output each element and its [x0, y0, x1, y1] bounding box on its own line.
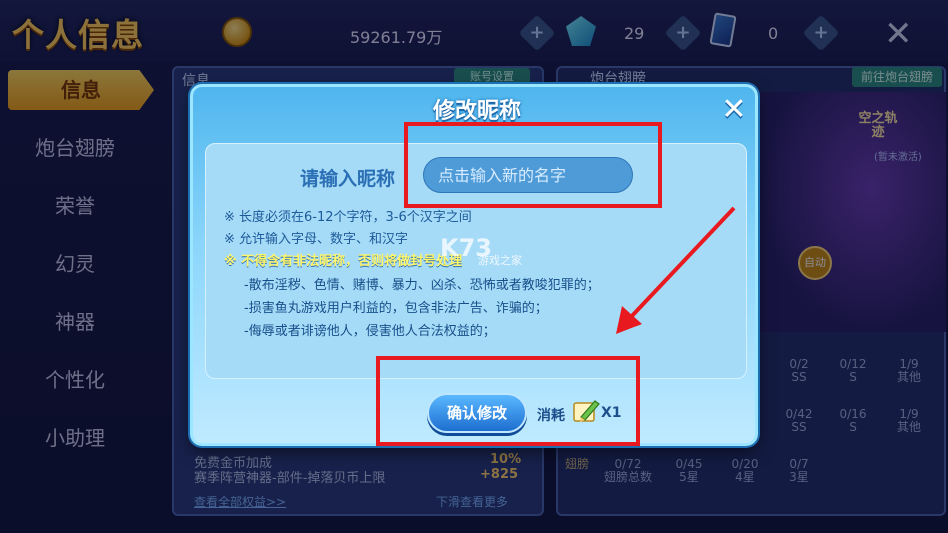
rule-warning: ※ 不得含有非法昵称，否则将做封号处理	[224, 254, 463, 269]
watermark-text: 游戏之家	[478, 254, 522, 267]
rule-item: -散布淫秽、色情、赌博、暴力、凶杀、恐怖或者教唆犯罪的；	[244, 278, 600, 293]
rule-characters: ※ 允许输入字母、数字、和汉字	[224, 232, 409, 247]
dialog-close-button[interactable]: ✕	[715, 91, 753, 129]
rule-length: ※ 长度必须在6-12个字符，3-6个汉字之间	[224, 210, 472, 225]
rule-item: -侮辱或者诽谤他人，侵害他人合法权益的；	[244, 324, 496, 339]
nickname-label: 请输入昵称	[300, 168, 396, 190]
highlight-box-input	[404, 122, 662, 208]
highlight-box-confirm	[376, 356, 640, 446]
rule-item: -损害鱼丸游戏用户利益的，包含非法广告、诈骗的；	[244, 301, 548, 316]
dialog-title: 修改昵称	[432, 99, 521, 124]
